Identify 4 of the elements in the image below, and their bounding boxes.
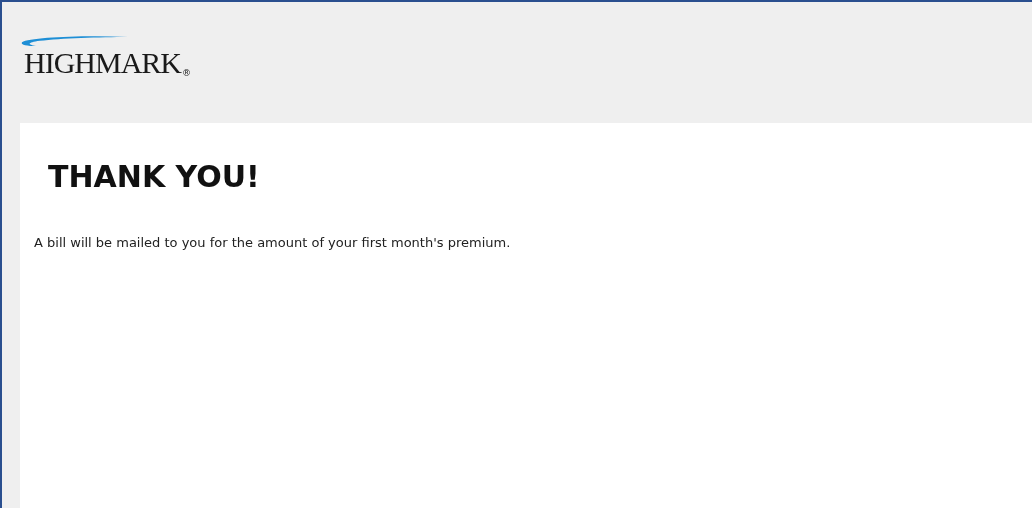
registered-mark: ® — [182, 69, 191, 78]
confirmation-message: A bill will be mailed to you for the amount of your first month's premium. — [34, 234, 512, 252]
logo-text: HIGHMARK — [24, 48, 181, 78]
page-heading: THANK YOU! — [48, 159, 261, 195]
